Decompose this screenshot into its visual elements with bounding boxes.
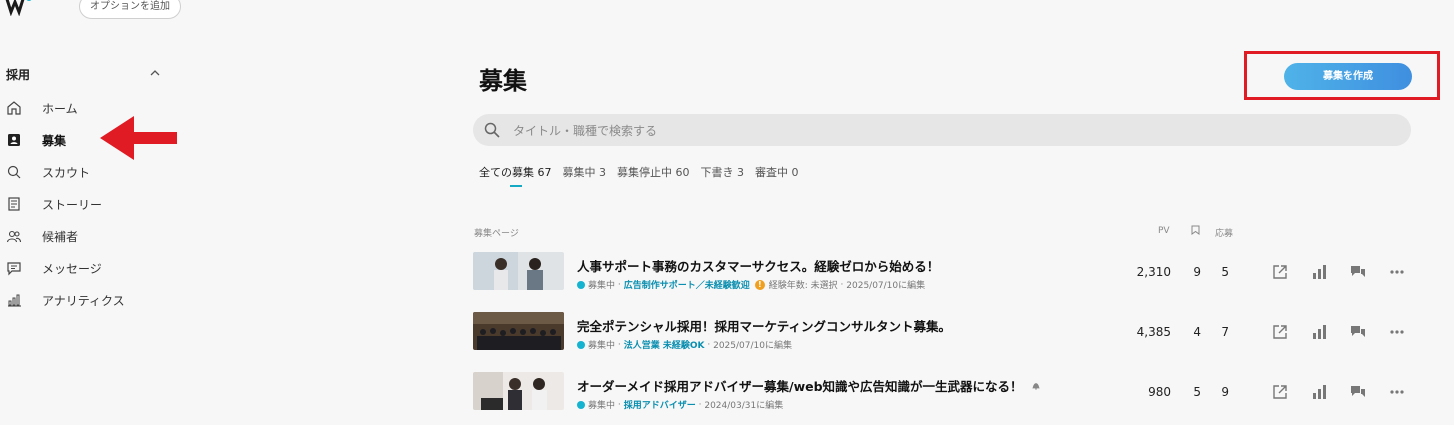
application-count: 7 <box>1221 325 1229 339</box>
edited-date: 2024/03/31に編集 <box>704 401 784 411</box>
job-tag: 広告制作サポート／未経験歓迎 <box>623 281 750 291</box>
job-title[interactable]: 人事サポート事務のカスタマーサクセス。経験ゼロから始める！ <box>577 256 939 275</box>
more-icon[interactable] <box>1388 263 1406 281</box>
sidebar-item-story[interactable]: ストーリー <box>4 192 102 216</box>
more-icon[interactable] <box>1388 383 1406 401</box>
table-row[interactable]: オーダーメイド採用アドバイザー募集/web知識や広告知識が一生武器になる！ 募集… <box>473 372 1423 412</box>
status-label: 募集中 <box>588 341 616 351</box>
job-title-text[interactable]: オーダーメイド採用アドバイザー募集/web知識や広告知識が一生武器になる！ <box>577 379 1023 394</box>
chat-icon[interactable] <box>1349 383 1367 401</box>
status-dot <box>577 400 585 409</box>
analytics-icon <box>4 290 24 310</box>
column-header-applications: 応募 <box>1215 229 1234 239</box>
sidebar-item-label: ホーム <box>42 101 78 116</box>
scout-icon <box>4 162 24 182</box>
experience-label: 経験年数: 未選択 <box>768 281 838 291</box>
bookmark-icon <box>1191 225 1200 235</box>
home-icon <box>4 98 24 118</box>
job-thumbnail[interactable] <box>473 372 564 410</box>
add-option-button[interactable]: オプションを追加 <box>79 0 181 19</box>
external-link-icon[interactable] <box>1271 323 1289 341</box>
bar-chart-icon[interactable] <box>1310 383 1328 401</box>
job-tag: 法人営業 未経験OK <box>623 341 705 351</box>
tab-drafts[interactable]: 下書き 3 <box>701 164 745 180</box>
column-header-pv: PV <box>1158 226 1170 236</box>
job-title[interactable]: オーダーメイド採用アドバイザー募集/web知識や広告知識が一生武器になる！ <box>577 376 1041 395</box>
external-link-icon[interactable] <box>1271 383 1289 401</box>
job-title[interactable]: 完全ポテンシャル採用！採用マーケティングコンサルタント募集。 <box>577 316 951 335</box>
sidebar-item-label: メッセージ <box>42 261 102 276</box>
more-icon[interactable] <box>1388 323 1406 341</box>
application-count: 5 <box>1221 265 1229 279</box>
tab-paused[interactable]: 募集停止中 60 <box>617 164 690 180</box>
search-bar[interactable]: タイトル・職種で検索する <box>473 114 1411 146</box>
pv-count: 980 <box>1148 385 1171 399</box>
status-dot <box>577 280 585 289</box>
search-icon <box>484 122 500 138</box>
sidebar-item-scout[interactable]: スカウト <box>4 160 90 184</box>
edited-date: 2025/07/10に編集 <box>846 281 926 291</box>
sidebar-item-label: アナリティクス <box>42 293 125 308</box>
chat-icon[interactable] <box>1349 263 1367 281</box>
bookmark-count: 9 <box>1193 265 1201 279</box>
status-dot <box>577 340 585 349</box>
job-meta: 募集中 · 法人営業 未経験OK · 2025/07/10に編集 <box>577 338 792 351</box>
bookmark-count: 4 <box>1193 325 1201 339</box>
story-icon <box>4 194 24 214</box>
application-count: 9 <box>1221 385 1229 399</box>
sidebar-section-title: 採用 <box>6 68 31 82</box>
job-icon <box>4 130 24 150</box>
job-meta: 募集中 · 採用アドバイザー · 2024/03/31に編集 <box>577 398 783 411</box>
sidebar-item-label: 募集 <box>42 133 67 148</box>
sidebar-item-jobs[interactable]: 募集 <box>4 128 66 152</box>
pv-count: 2,310 <box>1136 265 1171 279</box>
status-label: 募集中 <box>588 281 616 291</box>
job-tag: 採用アドバイザー <box>623 401 696 411</box>
table-row[interactable]: 完全ポテンシャル採用！採用マーケティングコンサルタント募集。 募集中 · 法人営… <box>473 312 1423 352</box>
page-title: 募集 <box>479 67 527 95</box>
job-meta: 募集中 · 広告制作サポート／未経験歓迎 ! 経験年数: 未選択 · 2025/… <box>577 278 925 291</box>
tab-all[interactable]: 全ての募集 67 <box>479 164 552 180</box>
sidebar-item-candidates[interactable]: 候補者 <box>4 224 78 248</box>
bar-chart-icon[interactable] <box>1310 323 1328 341</box>
status-tabs: 全ての募集 67 募集中 3 募集停止中 60 下書き 3 審査中 0 <box>479 164 810 180</box>
sidebar-item-messages[interactable]: メッセージ <box>4 256 102 280</box>
bell-icon <box>1032 383 1040 390</box>
chevron-up-icon[interactable] <box>150 68 160 78</box>
sidebar-item-label: スカウト <box>42 165 91 180</box>
column-header-page: 募集ページ <box>474 229 519 239</box>
message-icon <box>4 258 24 278</box>
external-link-icon[interactable] <box>1271 263 1289 281</box>
candidates-icon <box>4 226 24 246</box>
wantedly-logo[interactable] <box>4 0 34 16</box>
tab-open[interactable]: 募集中 3 <box>563 164 607 180</box>
sidebar-item-home[interactable]: ホーム <box>4 96 78 120</box>
status-label: 募集中 <box>588 401 616 411</box>
bar-chart-icon[interactable] <box>1310 263 1328 281</box>
sidebar-item-label: ストーリー <box>42 197 103 212</box>
active-tab-indicator <box>510 185 522 187</box>
bookmark-count: 5 <box>1193 385 1201 399</box>
edited-date: 2025/07/10に編集 <box>713 341 792 351</box>
search-input[interactable]: タイトル・職種で検索する <box>513 122 657 139</box>
warning-icon: ! <box>754 279 765 290</box>
create-job-button[interactable]: 募集を作成 <box>1284 63 1412 90</box>
pv-count: 4,385 <box>1136 325 1171 339</box>
sidebar-item-label: 候補者 <box>42 229 79 244</box>
sidebar-item-analytics[interactable]: アナリティクス <box>4 288 125 312</box>
job-thumbnail[interactable] <box>473 312 564 350</box>
tab-review[interactable]: 審査中 0 <box>755 164 799 180</box>
job-thumbnail[interactable] <box>473 252 564 290</box>
table-row[interactable]: 人事サポート事務のカスタマーサクセス。経験ゼロから始める！ 募集中 · 広告制作… <box>473 252 1423 292</box>
chat-icon[interactable] <box>1349 323 1367 341</box>
annotation-arrow <box>100 116 177 160</box>
